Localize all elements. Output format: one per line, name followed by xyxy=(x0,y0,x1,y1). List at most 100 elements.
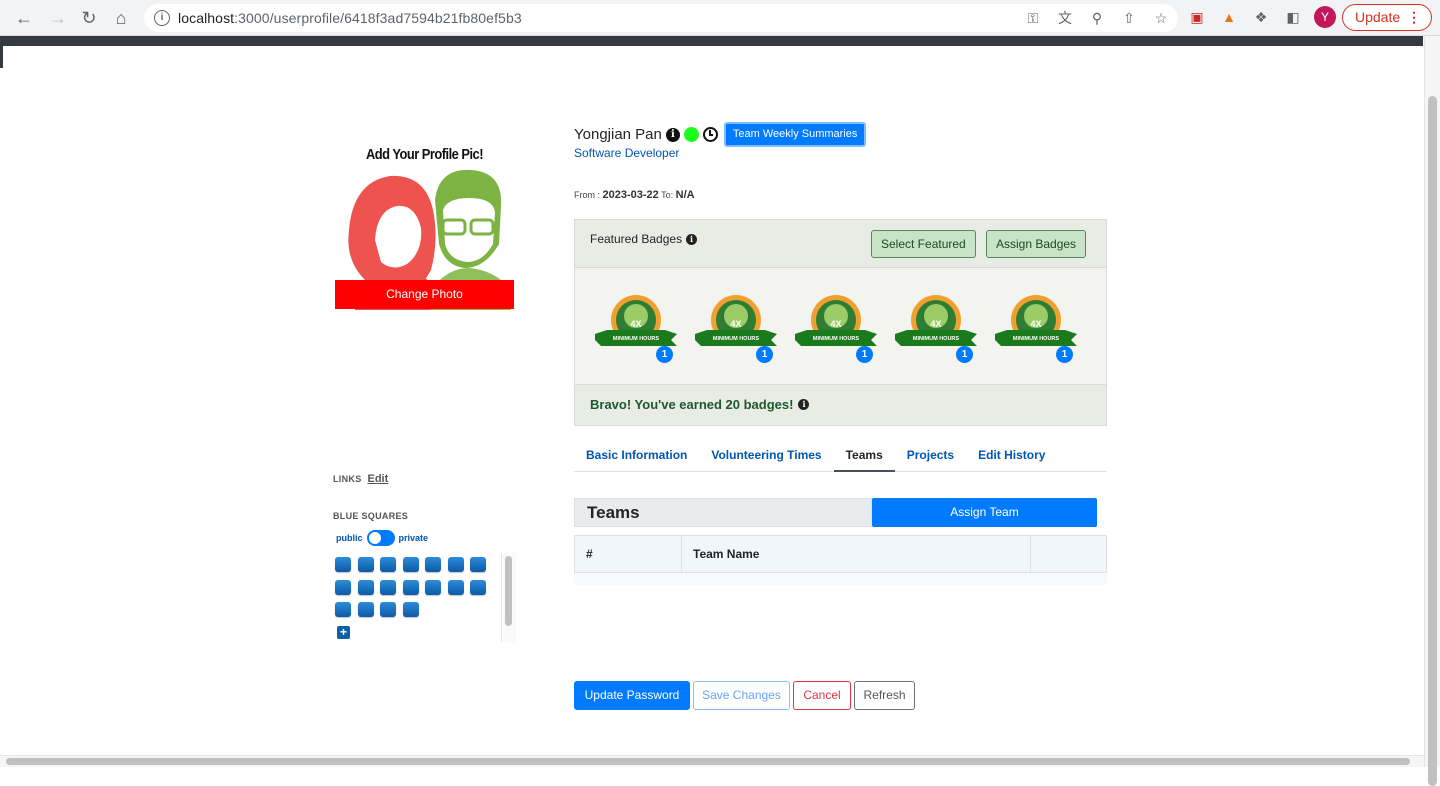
horizontal-scrollbar[interactable] xyxy=(0,755,1424,767)
browser-toolbar: ← → ↻ ⌂ i localhost:3000/userprofile/641… xyxy=(0,0,1440,36)
blue-squares-label: BLUE SQUARES xyxy=(333,511,409,521)
badge-count: 1 xyxy=(656,346,673,363)
badge-item[interactable]: 4X MINIMUM HOURS 1 xyxy=(593,292,679,364)
blue-square[interactable] xyxy=(425,557,441,572)
blue-square[interactable] xyxy=(380,557,396,572)
tab-edit-history[interactable]: Edit History xyxy=(966,440,1057,472)
badge-ribbon-text: MINIMUM HOURS xyxy=(613,336,659,342)
app-navbar xyxy=(0,36,1423,46)
column-header-actions xyxy=(1031,536,1108,574)
key-icon[interactable]: ⚿ xyxy=(1024,9,1042,27)
badge-item[interactable]: 4X MINIMUM HOURS 1 xyxy=(893,292,979,364)
browser-update-button[interactable]: Update ⋮ xyxy=(1342,4,1432,31)
badge-count: 1 xyxy=(1056,346,1073,363)
side-panel-icon[interactable]: ◧ xyxy=(1282,6,1304,28)
badge-ribbon-text: MINIMUM HOURS xyxy=(913,336,959,342)
blue-square[interactable] xyxy=(380,602,396,617)
badge-text: 4X xyxy=(830,319,841,329)
add-blue-square-button[interactable]: + xyxy=(337,626,350,639)
share-icon[interactable]: ⇧ xyxy=(1120,9,1138,27)
column-header-number: # xyxy=(575,536,682,574)
tab-basic-information[interactable]: Basic Information xyxy=(574,440,699,472)
blue-square[interactable] xyxy=(357,602,374,617)
blue-square[interactable] xyxy=(357,557,374,572)
badge-item[interactable]: 4X MINIMUM HOURS 1 xyxy=(693,292,779,364)
clock-icon[interactable] xyxy=(702,127,718,142)
badge-text: 4X xyxy=(730,319,741,329)
info-icon[interactable]: i xyxy=(798,399,810,410)
private-label: private xyxy=(398,533,429,543)
cancel-button[interactable]: Cancel xyxy=(793,681,851,710)
blue-square[interactable] xyxy=(402,602,419,617)
blue-square[interactable] xyxy=(402,557,419,572)
save-changes-button[interactable]: Save Changes xyxy=(693,681,790,710)
blue-square[interactable] xyxy=(425,579,441,595)
badge-text: 4X xyxy=(930,319,941,329)
metamask-icon[interactable]: ▲ xyxy=(1218,6,1240,28)
badge-count: 1 xyxy=(756,346,773,363)
address-bar[interactable]: i localhost:3000/userprofile/6418f3ad759… xyxy=(144,4,1178,32)
badge-ribbon-text: MINIMUM HOURS xyxy=(813,336,859,342)
badge-text: 4X xyxy=(1030,319,1041,329)
blue-square[interactable] xyxy=(402,579,419,595)
badge-text: 4X xyxy=(630,319,641,329)
links-edit-link[interactable]: Edit xyxy=(368,473,389,485)
reload-icon[interactable]: ↻ xyxy=(77,6,101,30)
visibility-toggle-row: public private xyxy=(336,530,428,546)
forward-icon[interactable]: → xyxy=(46,6,70,30)
blue-square[interactable] xyxy=(470,557,486,572)
assign-team-button[interactable]: Assign Team xyxy=(872,498,1097,527)
badges-card: Featured Badges i Select Featured Assign… xyxy=(574,219,1107,426)
profile-tabs: Basic Information Volunteering Times Teams… xyxy=(574,440,1107,472)
blue-square[interactable] xyxy=(335,579,351,595)
zoom-icon[interactable]: ⚲ xyxy=(1088,9,1106,27)
select-featured-button[interactable]: Select Featured xyxy=(871,230,976,258)
menu-dots-icon: ⋮ xyxy=(1407,9,1421,25)
visibility-switch[interactable] xyxy=(366,530,395,546)
blue-square[interactable] xyxy=(447,557,464,572)
badge-item[interactable]: 4X MINIMUM HOURS 1 xyxy=(993,292,1079,364)
user-name: Yongjian Pan xyxy=(574,126,662,143)
badge-count: 1 xyxy=(956,346,973,363)
info-icon[interactable]: i xyxy=(665,127,680,142)
translate-icon[interactable]: 文 xyxy=(1056,9,1074,27)
blue-square[interactable] xyxy=(470,579,486,595)
page-edge xyxy=(0,46,3,68)
assign-badges-button[interactable]: Assign Badges xyxy=(986,230,1087,258)
tab-projects[interactable]: Projects xyxy=(895,440,966,472)
blue-squares-scrollbar[interactable] xyxy=(501,553,516,642)
teams-table: # Team Name xyxy=(574,535,1107,585)
vertical-scrollbar[interactable] xyxy=(1424,36,1440,786)
badge-ribbon-text: MINIMUM HOURS xyxy=(1013,336,1059,342)
blue-square[interactable] xyxy=(335,557,351,572)
team-weekly-summaries-button[interactable]: Team Weekly Summaries xyxy=(723,122,867,147)
extension-icon[interactable]: ▣ xyxy=(1186,6,1208,28)
puzzle-icon[interactable]: ❖ xyxy=(1250,6,1272,28)
badges-earned-message: Bravo! You've earned 20 badges! i xyxy=(590,397,810,412)
bookmark-star-icon[interactable]: ☆ xyxy=(1152,9,1170,27)
teams-header: Teams xyxy=(574,498,872,527)
column-header-team-name: Team Name xyxy=(682,536,1031,574)
update-password-button[interactable]: Update Password xyxy=(574,681,690,710)
badge-count: 1 xyxy=(856,346,873,363)
tab-volunteering-times[interactable]: Volunteering Times xyxy=(699,440,833,472)
status-dot-icon xyxy=(683,127,699,142)
site-info-icon[interactable]: i xyxy=(154,10,170,26)
blue-square[interactable] xyxy=(357,579,374,595)
badge-item[interactable]: 4X MINIMUM HOURS 1 xyxy=(793,292,879,364)
tab-teams[interactable]: Teams xyxy=(833,440,895,472)
info-icon[interactable]: i xyxy=(686,233,698,245)
job-title: Software Developer xyxy=(574,146,680,160)
home-icon[interactable]: ⌂ xyxy=(109,6,133,30)
refresh-button[interactable]: Refresh xyxy=(854,681,915,710)
blue-square[interactable] xyxy=(335,602,351,617)
blue-square[interactable] xyxy=(447,579,464,595)
public-label: public xyxy=(336,533,363,543)
change-photo-button[interactable]: Change Photo xyxy=(335,280,514,309)
back-icon[interactable]: ← xyxy=(12,6,36,30)
profile-header: Yongjian Pan i Team Weekly Summaries xyxy=(574,122,867,147)
links-section: LINKS Edit xyxy=(333,473,389,485)
profile-avatar[interactable]: Y xyxy=(1314,6,1336,28)
blue-square[interactable] xyxy=(380,579,396,595)
badges-list: 4X MINIMUM HOURS 1 4X MINIMUM HOURS 1 4X MINIMU… xyxy=(593,292,1079,364)
